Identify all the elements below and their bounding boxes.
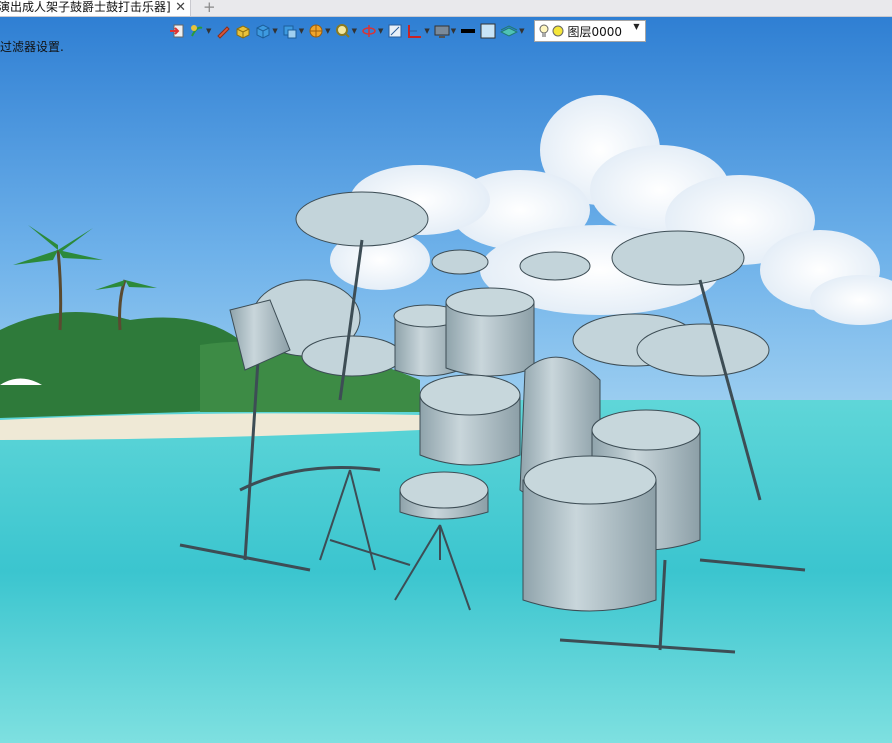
- layer-dropdown[interactable]: 图层0000 ▼: [533, 20, 646, 42]
- chevron-down-icon[interactable]: ▼: [352, 20, 357, 42]
- lightbulb-icon[interactable]: [539, 24, 549, 38]
- zoom-button[interactable]: ▼: [334, 20, 358, 42]
- pencil-icon: [215, 23, 231, 39]
- rotate-axis-icon: [361, 23, 377, 39]
- render-sphere-button[interactable]: ▼: [307, 20, 331, 42]
- color-swatch-button[interactable]: [479, 20, 497, 42]
- exit-sketch-button[interactable]: [168, 20, 186, 42]
- heads-up-toolbar: ▼ ▼ ▼ ▼ ▼ ▼ ▼ ▼ ▼ 图层0000 ▼: [168, 19, 646, 43]
- exit-sketch-icon: [169, 23, 185, 39]
- black-line-button[interactable]: [459, 20, 477, 42]
- document-tab[interactable]: 演出成人架子鼓爵士鼓打击乐器] ✕: [0, 0, 191, 16]
- layer-color-icon[interactable]: [552, 25, 564, 37]
- rotate-axis-button[interactable]: ▼: [360, 20, 384, 42]
- solid-box-button[interactable]: [234, 20, 252, 42]
- black-line-icon: [460, 23, 476, 39]
- view-cube-icon: [255, 23, 271, 39]
- single-view-button[interactable]: [386, 20, 404, 42]
- render-sphere-icon: [308, 23, 324, 39]
- solid-box-icon: [235, 23, 251, 39]
- chevron-down-icon[interactable]: ▼: [519, 20, 524, 42]
- split-view-icon: [407, 23, 423, 39]
- chevron-down-icon[interactable]: ▼: [451, 20, 456, 42]
- display-style-icon: [282, 23, 298, 39]
- color-swatch-icon: [480, 23, 496, 39]
- zoom-icon: [335, 23, 351, 39]
- chevron-down-icon[interactable]: ▼: [378, 20, 383, 42]
- drum-kit-render: [0, 17, 892, 743]
- new-tab-button[interactable]: +: [203, 0, 216, 16]
- split-view-button[interactable]: ▼: [406, 20, 430, 42]
- monitor-button[interactable]: ▼: [433, 20, 457, 42]
- layers-button[interactable]: ▼: [499, 20, 525, 42]
- view-cube-button[interactable]: ▼: [254, 20, 278, 42]
- monitor-icon: [434, 23, 450, 39]
- document-tab-title: 演出成人架子鼓爵士鼓打击乐器]: [0, 0, 171, 14]
- document-tab-bar: 演出成人架子鼓爵士鼓打击乐器] ✕ +: [0, 0, 892, 17]
- chevron-down-icon[interactable]: ▼: [272, 20, 277, 42]
- pencil-button[interactable]: [214, 20, 232, 42]
- chevron-down-icon[interactable]: ▼: [325, 20, 330, 42]
- status-message: 过滤器设置.: [0, 40, 64, 54]
- chevron-down-icon[interactable]: ▼: [424, 20, 429, 42]
- display-style-button[interactable]: ▼: [281, 20, 305, 42]
- single-view-icon: [387, 23, 403, 39]
- close-tab-icon[interactable]: ✕: [175, 0, 186, 15]
- sketch-tools-icon: [189, 23, 205, 39]
- sketch-tools-button[interactable]: ▼: [188, 20, 212, 42]
- chevron-down-icon[interactable]: ▼: [206, 20, 211, 42]
- layers-icon: [500, 23, 519, 39]
- 3d-viewport[interactable]: 过滤器设置.: [0, 17, 892, 743]
- chevron-down-icon[interactable]: ▼: [633, 22, 639, 31]
- chevron-down-icon[interactable]: ▼: [299, 20, 304, 42]
- layer-name: 图层0000: [567, 24, 623, 39]
